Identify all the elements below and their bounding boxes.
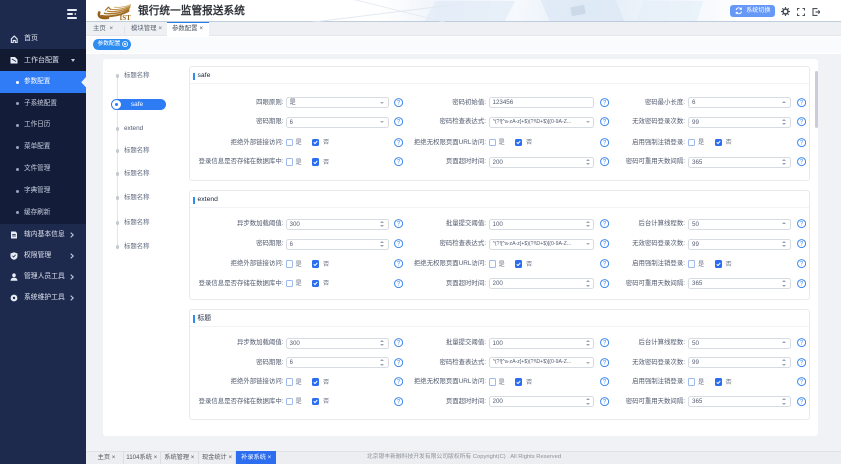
svg-text:IST: IST [120,14,132,21]
